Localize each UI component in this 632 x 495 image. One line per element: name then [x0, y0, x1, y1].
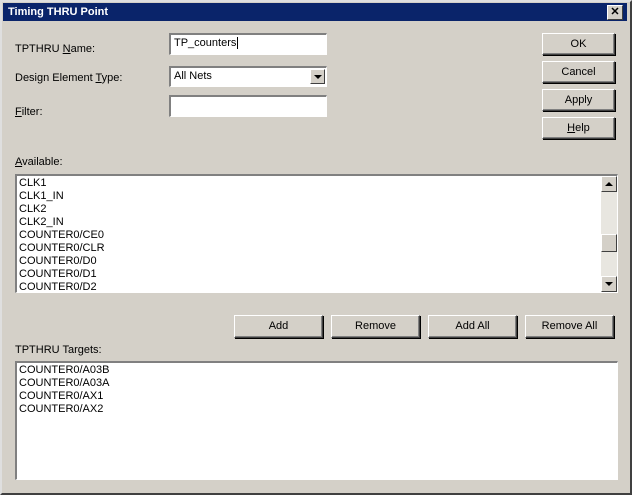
help-button[interactable]: Help	[542, 117, 615, 139]
list-item[interactable]: COUNTER0/D0	[17, 255, 617, 268]
available-label: Available:	[15, 156, 63, 168]
target-items: COUNTER0/A03B COUNTER0/A03A COUNTER0/AX1 CO…	[17, 363, 617, 416]
title-bar[interactable]: Timing THRU Point ✕	[3, 3, 627, 21]
list-item[interactable]: COUNTER0/AX2	[17, 403, 617, 416]
cancel-label: Cancel	[561, 66, 596, 78]
available-items: CLK1 CLK1_IN CLK2 CLK2_IN COUNTER0/CE0 COUNTE…	[17, 176, 617, 292]
tpthru-targets-label: TPTHRU Targets:	[15, 344, 102, 356]
scroll-down-icon[interactable]	[601, 276, 617, 292]
list-item[interactable]: COUNTER0/D1	[17, 268, 617, 281]
text-caret	[237, 37, 239, 50]
scroll-thumb[interactable]	[601, 234, 617, 252]
close-button[interactable]: ✕	[607, 5, 623, 20]
list-item[interactable]: COUNTER0/CLR	[17, 242, 617, 255]
close-icon: ✕	[610, 6, 620, 18]
list-item[interactable]: CLK1_IN	[17, 190, 617, 203]
remove-all-button[interactable]: Remove All	[525, 315, 614, 338]
window-title: Timing THRU Point	[8, 6, 109, 18]
apply-button[interactable]: Apply	[542, 89, 615, 111]
list-item[interactable]: CLK1	[17, 177, 617, 190]
list-item[interactable]: COUNTER0/A03B	[17, 364, 617, 377]
design-element-type-select[interactable]: All Nets	[169, 66, 327, 87]
list-item[interactable]: CLK2_IN	[17, 216, 617, 229]
list-item[interactable]: COUNTER0/CE0	[17, 229, 617, 242]
filter-label: Filter:	[15, 106, 43, 118]
ok-button[interactable]: OK	[542, 33, 615, 55]
available-scrollbar[interactable]	[601, 176, 617, 292]
design-element-type-value: All Nets	[174, 70, 212, 82]
help-accel: H	[567, 122, 576, 134]
scroll-up-icon[interactable]	[601, 176, 617, 192]
add-label: Add	[268, 320, 289, 332]
available-list[interactable]: CLK1 CLK1_IN CLK2 CLK2_IN COUNTER0/CE0 COUNTE…	[15, 174, 618, 293]
help-label: elp	[575, 122, 590, 134]
apply-label: Apply	[564, 94, 593, 106]
remove-label: Remove	[355, 320, 396, 332]
ok-label: OK	[570, 38, 587, 50]
list-item[interactable]: CLK2	[17, 203, 617, 216]
timing-thru-point-dialog: Timing THRU Point ✕ TPTHRU Name: TP_coun…	[0, 0, 632, 495]
chevron-down-icon[interactable]	[310, 69, 325, 84]
list-item[interactable]: COUNTER0/A03A	[17, 377, 617, 390]
design-element-type-label: Design Element Type:	[15, 72, 123, 84]
list-item[interactable]: COUNTER0/AX1	[17, 390, 617, 403]
add-all-button[interactable]: Add All	[428, 315, 517, 338]
tpthru-name-value: TP_counters	[174, 37, 237, 49]
tpthru-targets-list[interactable]: COUNTER0/A03B COUNTER0/A03A COUNTER0/AX1 CO…	[15, 361, 618, 480]
list-item[interactable]: COUNTER0/D2	[17, 281, 617, 292]
add-button[interactable]: Add	[234, 315, 323, 338]
remove-button[interactable]: Remove	[331, 315, 420, 338]
filter-input[interactable]	[169, 95, 327, 117]
add-all-label: Add All	[455, 320, 490, 332]
cancel-button[interactable]: Cancel	[542, 61, 615, 83]
tpthru-name-input[interactable]: TP_counters	[169, 33, 327, 55]
remove-all-label: Remove All	[541, 320, 598, 332]
tpthru-name-label: TPTHRU Name:	[15, 43, 96, 55]
